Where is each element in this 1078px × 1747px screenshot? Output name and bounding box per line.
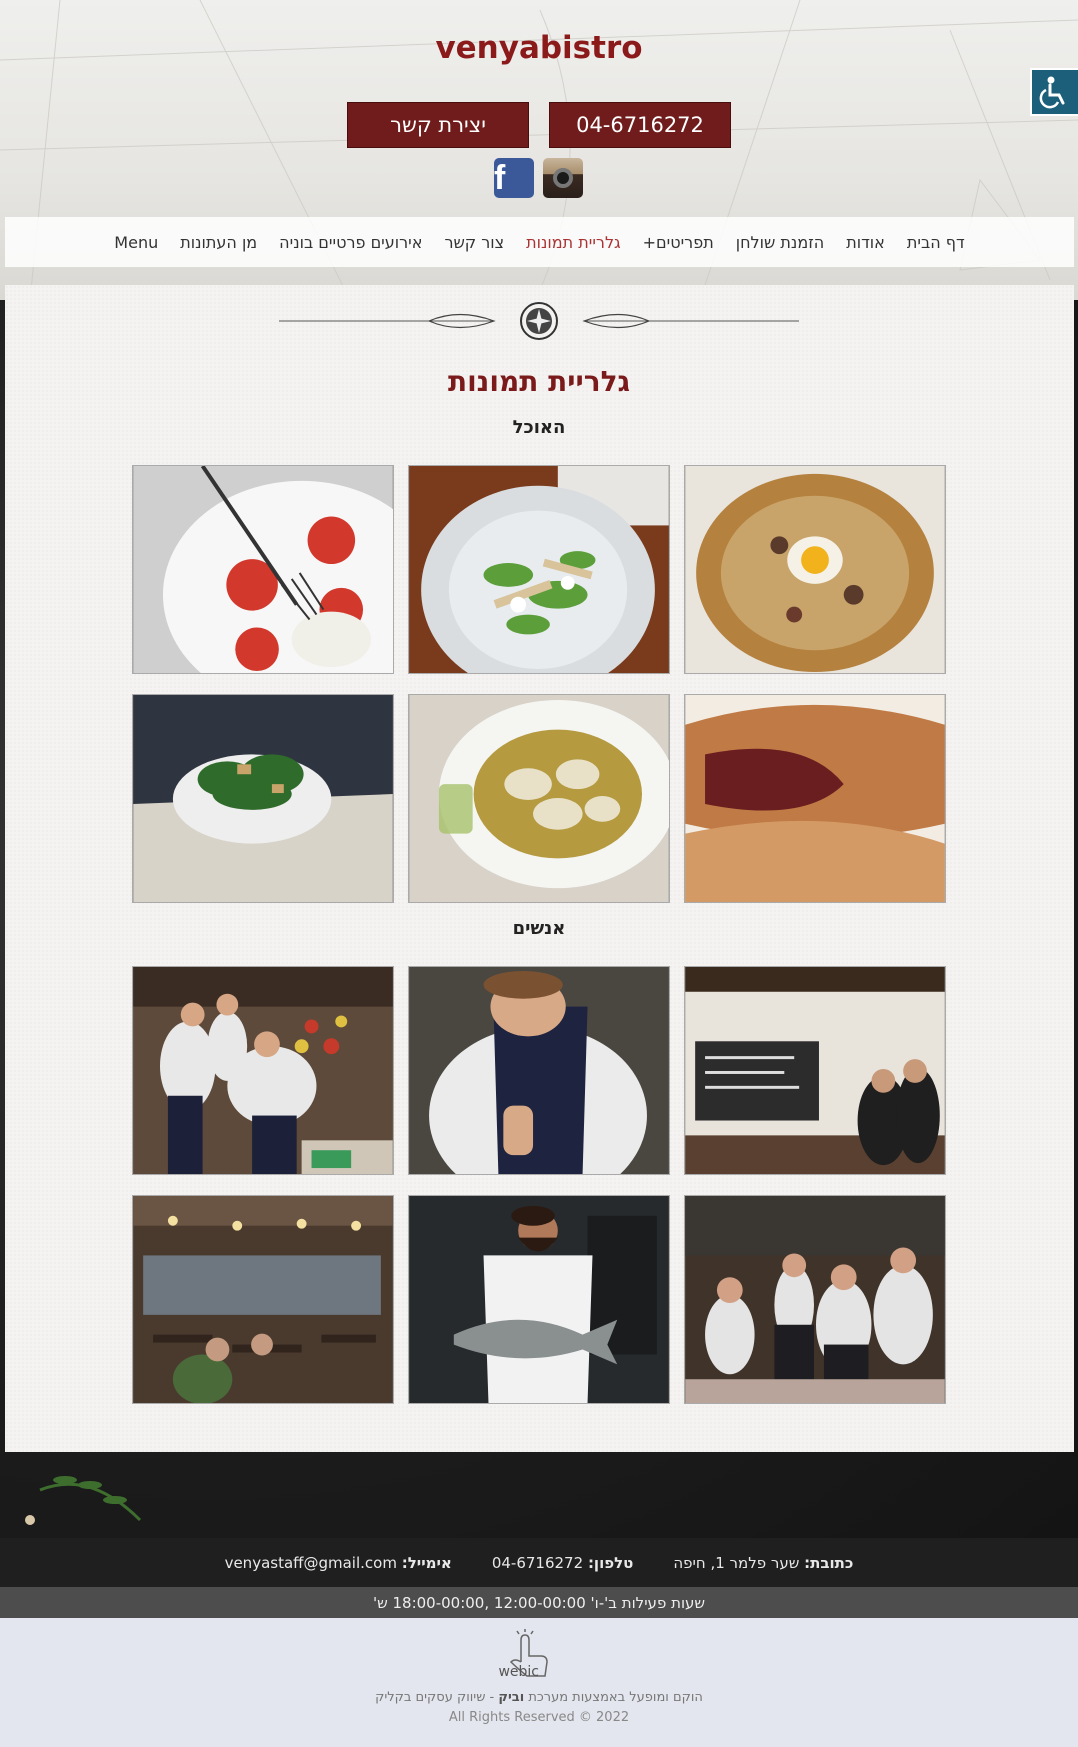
email-value[interactable]: venyastaff@gmail.com: [225, 1554, 397, 1572]
pastry-photo[interactable]: [684, 694, 946, 903]
contact-button[interactable]: יצירת קשר: [347, 102, 529, 148]
footer-phone[interactable]: טלפון: 04-6716272: [492, 1554, 634, 1572]
team-toast-photo[interactable]: [684, 1195, 946, 1404]
compass-ornament-icon: [279, 302, 799, 340]
main-nav: דף הבית אודות הזמנת שולחן תפריטים+ גלריי…: [5, 217, 1074, 267]
phone-button[interactable]: 04-6716272: [549, 102, 731, 148]
nav-item-gallery[interactable]: גלריית תמונות: [515, 233, 632, 252]
footer-contact-bar: כתובת: שער פלמר 1, חיפה טלפון: 04-671627…: [0, 1538, 1078, 1587]
tomato-mozzarella-photo[interactable]: [132, 465, 394, 674]
accessibility-icon[interactable]: [1030, 68, 1078, 116]
opening-hours: שעות פעילות ב'-ו' 12:00-00:00 ,18:00-00:…: [0, 1587, 1078, 1618]
section-title-people: אנשים: [512, 918, 566, 939]
herb-decoration: [25, 1476, 142, 1525]
nav-item-private-events[interactable]: אירועים פרטיים בוניה: [268, 233, 433, 252]
nav-item-reservation[interactable]: הזמנת שולחן: [725, 233, 835, 252]
nav-item-about[interactable]: אודות: [835, 233, 896, 252]
address-value: שער פלמר 1, חיפה: [673, 1553, 800, 1572]
footer-address: כתובת: שער פלמר 1, חיפה: [673, 1553, 854, 1572]
svg-text:webic: webic: [498, 1664, 539, 1680]
nav-item-home[interactable]: דף הבית: [896, 233, 976, 252]
pizza-egg-photo[interactable]: [684, 465, 946, 674]
dining-room-photo[interactable]: [132, 1195, 394, 1404]
facebook-icon[interactable]: f: [494, 158, 534, 198]
phone-value[interactable]: 04-6716272: [492, 1554, 583, 1572]
copyright: All Rights Reserved © 2022: [448, 1710, 630, 1725]
bar-staff-photo[interactable]: [684, 966, 946, 1175]
section-title-food: האוכל: [512, 417, 566, 438]
ravioli-photo[interactable]: [408, 694, 670, 903]
webic-link[interactable]: וביק: [498, 1690, 524, 1705]
nav-item-menu-en[interactable]: Menu: [103, 233, 169, 252]
green-salad-photo[interactable]: [132, 694, 394, 903]
chef-plating-photo[interactable]: [408, 966, 670, 1175]
instagram-icon[interactable]: [543, 158, 583, 198]
page-title: גלריית תמונות: [447, 365, 631, 398]
nav-item-menus[interactable]: תפריטים+: [632, 233, 725, 252]
salad-plate-photo[interactable]: [408, 465, 670, 674]
footer-email[interactable]: אימייל: venyastaff@gmail.com: [225, 1554, 452, 1572]
nav-item-contact[interactable]: צור קשר: [433, 233, 515, 252]
nav-item-press[interactable]: מן העתונות: [169, 233, 268, 252]
kitchen-team-photo[interactable]: [132, 966, 394, 1175]
site-title[interactable]: venyabistro: [0, 30, 1078, 66]
credit-line: הוקם ומופעל באמצעות מערכת וביק - שיווק ע…: [375, 1690, 703, 1705]
webic-logo-icon[interactable]: webic: [497, 1628, 581, 1686]
chef-fish-photo[interactable]: [408, 1195, 670, 1404]
